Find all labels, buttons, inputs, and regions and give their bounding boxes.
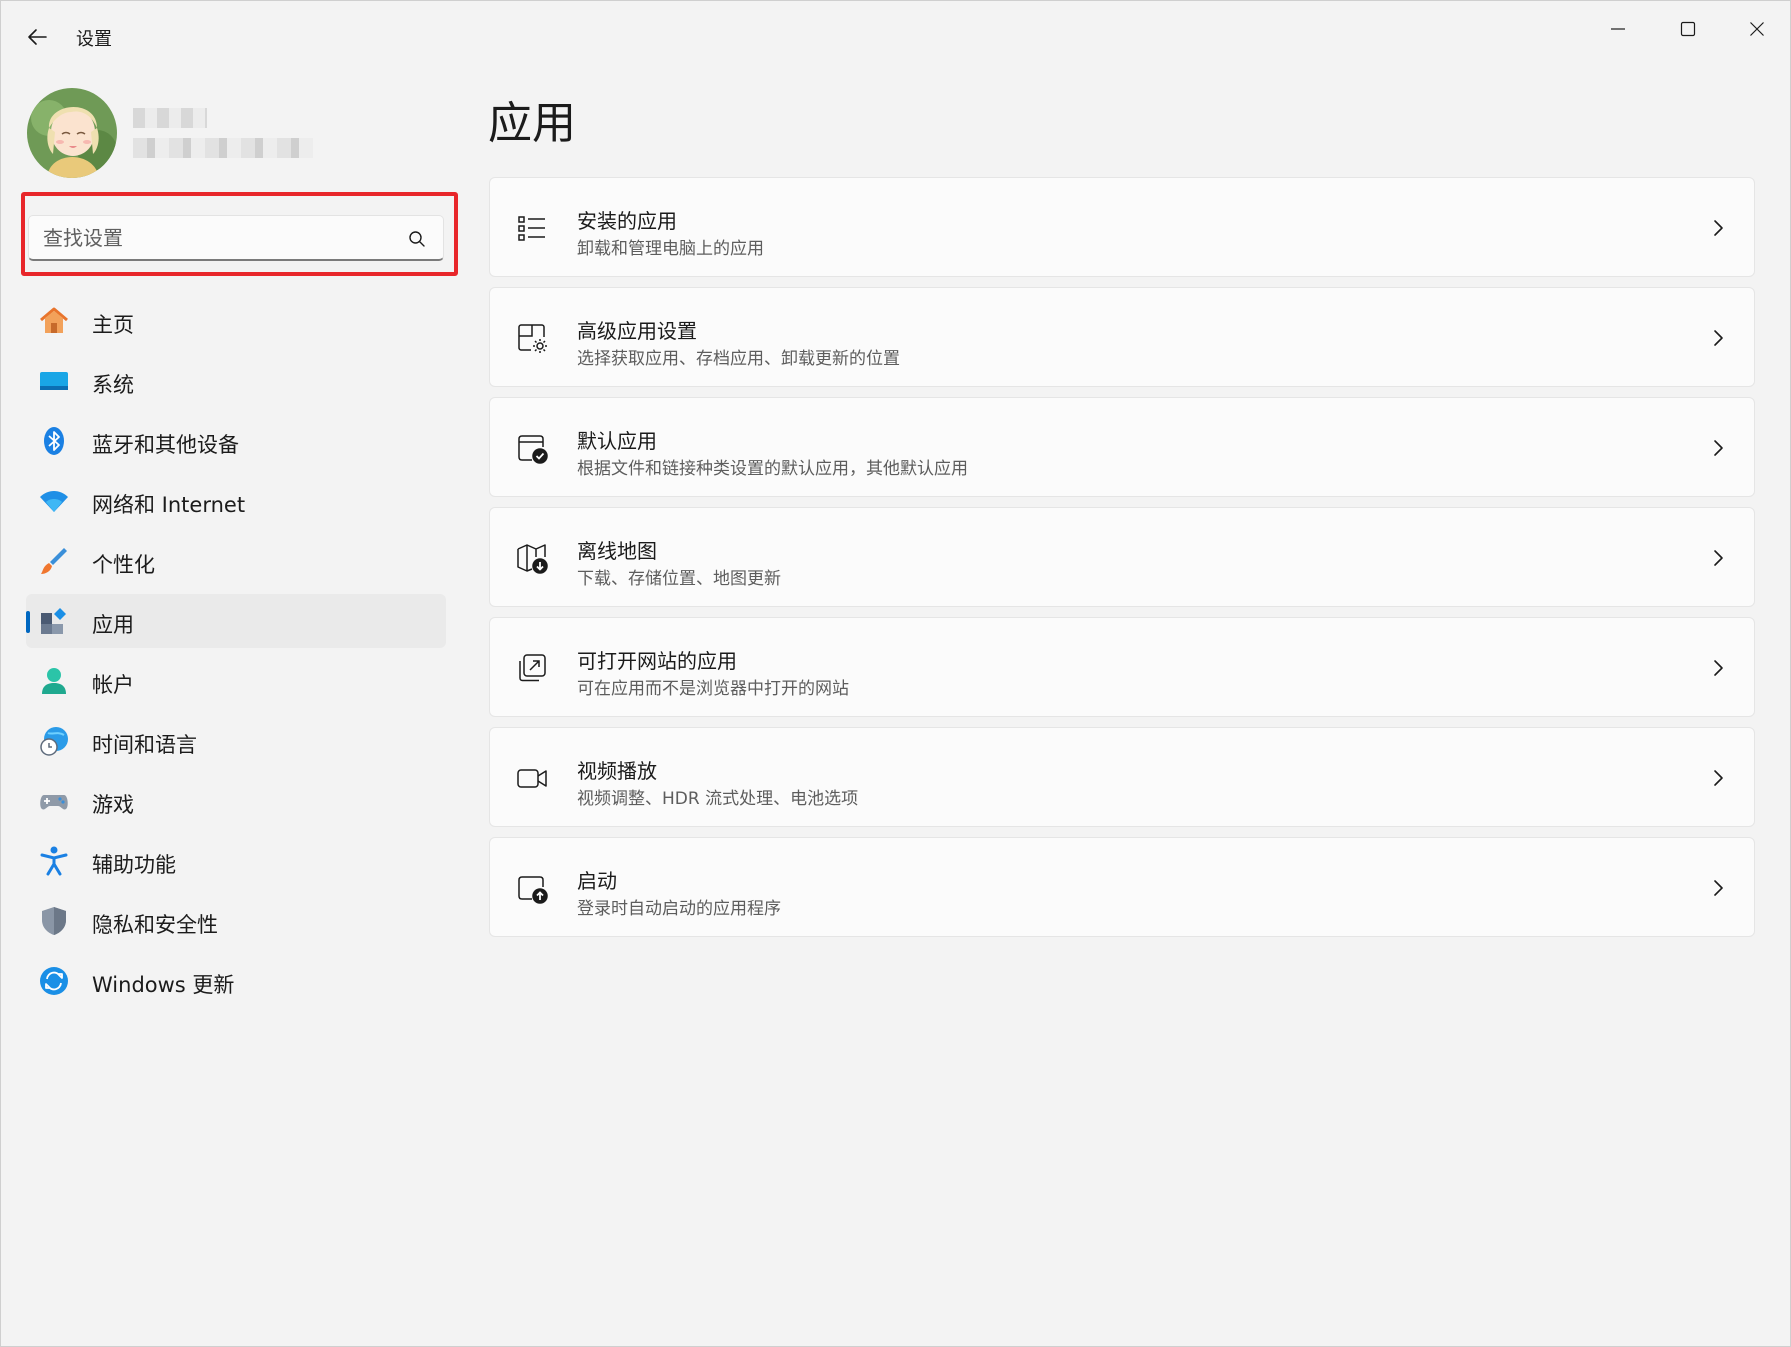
page-title: 应用 — [488, 98, 576, 149]
active-indicator — [26, 611, 30, 633]
gamepad-icon — [38, 785, 70, 817]
bluetooth-icon — [38, 425, 70, 457]
card-video-playback[interactable]: 视频播放 视频调整、HDR 流式处理、电池选项 — [489, 727, 1755, 827]
window-check-icon — [516, 432, 548, 464]
app-gear-icon — [516, 322, 548, 354]
card-default-apps[interactable]: 默认应用 根据文件和链接种类设置的默认应用，其他默认应用 — [489, 397, 1755, 497]
chevron-right-icon — [1710, 768, 1726, 788]
close-icon — [1749, 21, 1765, 37]
card-advanced-app-settings[interactable]: 高级应用设置 选择获取应用、存档应用、卸载更新的位置 — [489, 287, 1755, 387]
sidebar-item-personalization[interactable]: 个性化 — [26, 534, 446, 588]
wifi-icon — [38, 485, 70, 517]
sidebar-item-apps[interactable]: 应用 — [26, 594, 446, 648]
search-icon[interactable] — [407, 229, 427, 249]
back-button[interactable] — [19, 19, 55, 55]
sidebar-item-accessibility[interactable]: 辅助功能 — [26, 834, 446, 888]
minimize-button[interactable] — [1590, 9, 1646, 49]
card-startup[interactable]: 启动 登录时自动启动的应用程序 — [489, 837, 1755, 937]
arrow-left-icon — [26, 26, 48, 48]
close-button[interactable] — [1729, 9, 1785, 49]
settings-window: 设置 查找设置 主页 系统 蓝牙和其他设备 网络和 Internet 个性化 应… — [0, 0, 1791, 1347]
maximize-icon — [1680, 21, 1696, 37]
video-camera-icon — [516, 762, 548, 794]
update-icon — [38, 965, 70, 997]
globe-clock-icon — [38, 725, 70, 757]
sidebar-item-gaming[interactable]: 游戏 — [26, 774, 446, 828]
sidebar-item-bluetooth[interactable]: 蓝牙和其他设备 — [26, 414, 446, 468]
sidebar-nav: 主页 系统 蓝牙和其他设备 网络和 Internet 个性化 应用 帐户 时间和… — [26, 294, 446, 1014]
card-installed-apps[interactable]: 安装的应用 卸载和管理电脑上的应用 — [489, 177, 1755, 277]
card-offline-maps[interactable]: 离线地图 下载、存储位置、地图更新 — [489, 507, 1755, 607]
sidebar-item-windows-update[interactable]: Windows 更新 — [26, 954, 446, 1008]
sidebar-item-system[interactable]: 系统 — [26, 354, 446, 408]
search-input[interactable] — [43, 224, 383, 252]
sidebar-item-network[interactable]: 网络和 Internet — [26, 474, 446, 528]
user-email-redacted — [133, 138, 313, 158]
monitor-icon — [38, 365, 70, 397]
chevron-right-icon — [1710, 548, 1726, 568]
search-box[interactable] — [28, 215, 444, 261]
startup-icon — [516, 872, 548, 904]
chevron-right-icon — [1710, 438, 1726, 458]
chevron-right-icon — [1710, 878, 1726, 898]
person-icon — [38, 665, 70, 697]
paintbrush-icon — [38, 545, 70, 577]
map-download-icon — [516, 542, 548, 574]
home-icon — [38, 305, 70, 337]
maximize-button[interactable] — [1660, 9, 1716, 49]
chevron-right-icon — [1710, 658, 1726, 678]
open-external-icon — [516, 652, 548, 684]
app-title: 设置 — [76, 29, 112, 50]
shield-icon — [38, 905, 70, 937]
minimize-icon — [1610, 21, 1626, 37]
avatar-image — [27, 88, 117, 178]
accessibility-icon — [38, 845, 70, 877]
apps-icon — [38, 605, 70, 637]
card-apps-for-websites[interactable]: 可打开网站的应用 可在应用而不是浏览器中打开的网站 — [489, 617, 1755, 717]
sidebar-item-home[interactable]: 主页 — [26, 294, 446, 348]
chevron-right-icon — [1710, 328, 1726, 348]
user-name-redacted — [133, 108, 207, 128]
chevron-right-icon — [1710, 218, 1726, 238]
sidebar-item-time-language[interactable]: 时间和语言 — [26, 714, 446, 768]
sidebar-item-accounts[interactable]: 帐户 — [26, 654, 446, 708]
avatar[interactable] — [27, 88, 117, 178]
sidebar-item-privacy[interactable]: 隐私和安全性 — [26, 894, 446, 948]
settings-card-list: 安装的应用 卸载和管理电脑上的应用 高级应用设置 选择获取应用、存档应用、卸载更… — [489, 177, 1755, 947]
title-bar: 设置 — [1, 1, 1790, 71]
list-icon — [516, 212, 548, 244]
